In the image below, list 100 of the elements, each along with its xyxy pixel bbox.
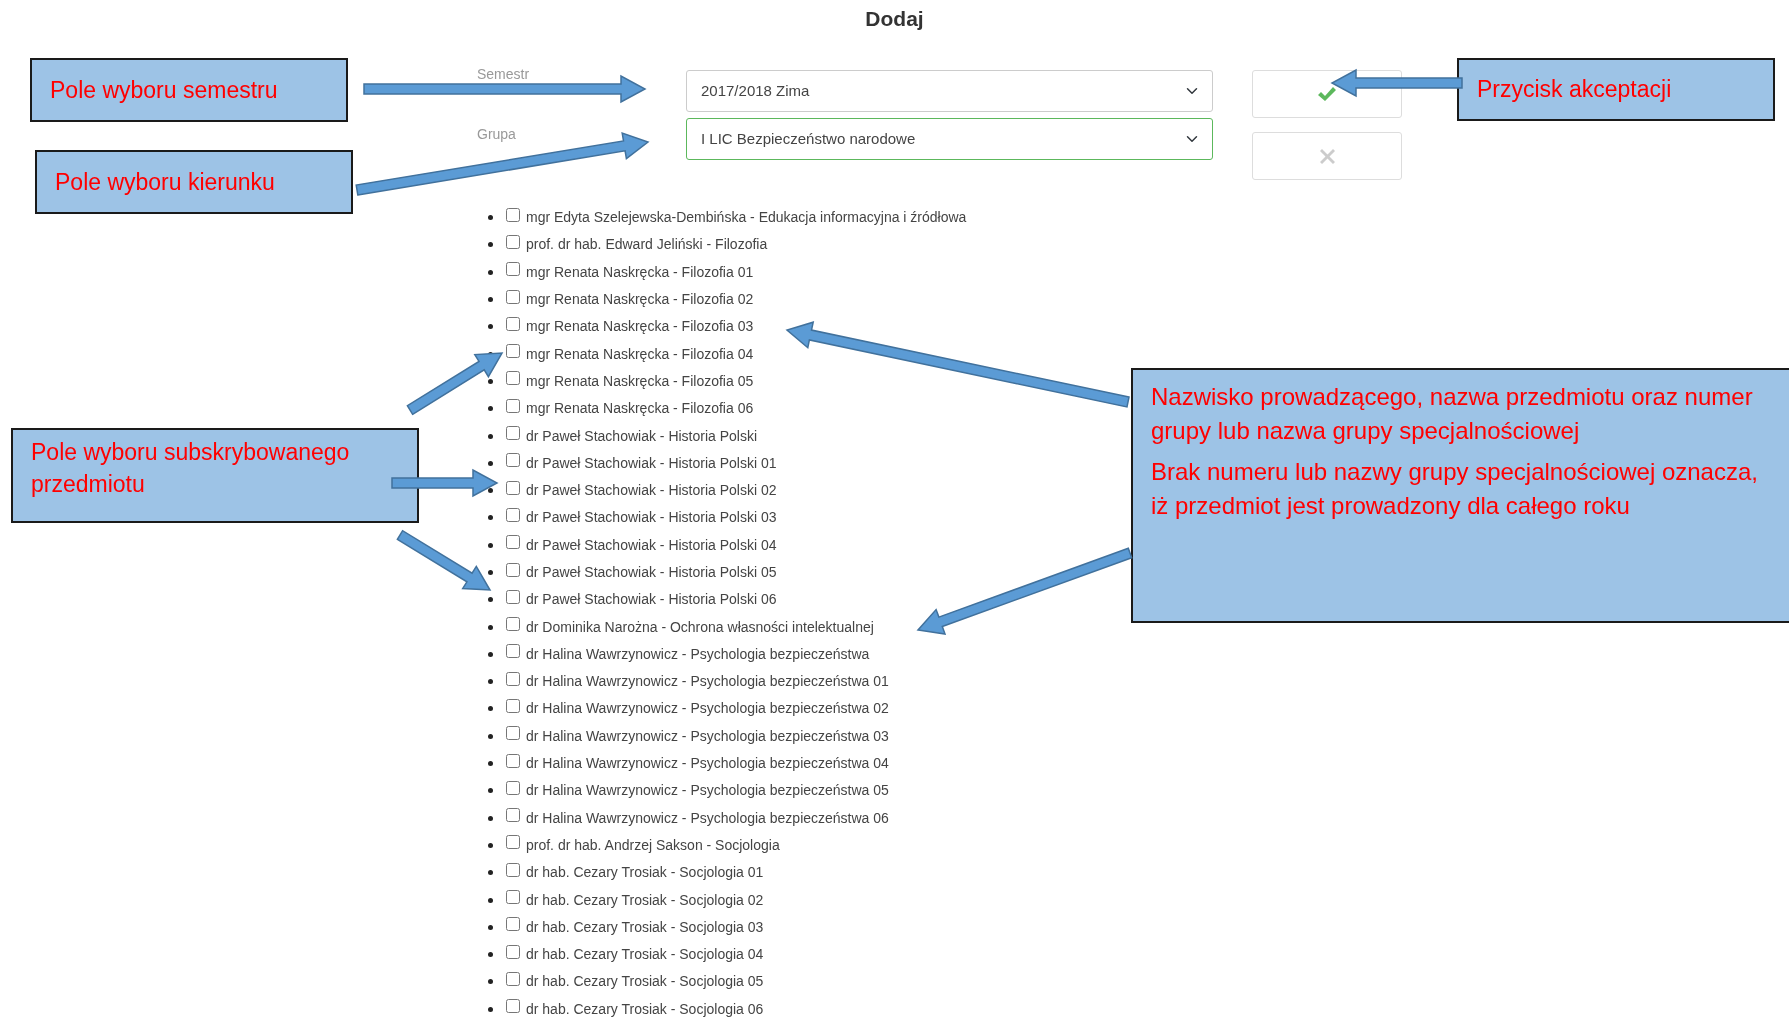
subject-label: dr hab. Cezary Trosiak - Socjologia 03 [526, 917, 764, 937]
callout-text: Nazwisko prowadzącego, nazwa przedmiotu oraz numer grupy lub nazwa grupy specjalnościowej [1151, 382, 1754, 446]
callout-text: Pole wyboru kierunku [55, 167, 275, 197]
subject-label: dr hab. Cezary Trosiak - Socjologia 06 [526, 999, 764, 1019]
bullet-icon [488, 242, 493, 248]
checkbox[interactable] [506, 234, 520, 249]
subject-label: mgr Edyta Szelejewska-Dembińska - Edukacja informacyjna i źródłowa [526, 208, 967, 228]
field-label: Grupa [477, 126, 516, 142]
subject-label: mgr Renata Naskręcka - Filozofia 02 [526, 290, 754, 310]
checkbox[interactable] [506, 780, 520, 795]
subject-label: prof. dr hab. Andrzej Sakson - Socjologia [526, 835, 780, 855]
subject-label: dr Paweł Stachowiak - Historia Polski 06 [526, 590, 777, 610]
select-field[interactable]: 2017/2018 Zima [686, 70, 1213, 112]
checkbox[interactable] [506, 207, 520, 222]
bullet-icon [488, 979, 493, 985]
checkbox[interactable] [506, 917, 520, 932]
bullet-icon [488, 215, 493, 221]
bullet-icon [488, 651, 493, 657]
bullet-icon [488, 433, 493, 439]
subject-label: dr Paweł Stachowiak - Historia Polski 03 [526, 508, 777, 528]
checkbox[interactable] [506, 617, 520, 632]
bullet-icon [488, 297, 493, 303]
subject-label: dr Paweł Stachowiak - Historia Polski 01 [526, 453, 777, 473]
checkbox[interactable] [506, 999, 520, 1014]
subject-label: dr Halina Wawrzynowicz - Psychologia bezpieczeństwa 04 [526, 754, 889, 774]
bullet-icon [488, 706, 493, 712]
checkbox[interactable] [506, 890, 520, 905]
subject-label: dr Paweł Stachowiak - Historia Polski 02 [526, 481, 777, 501]
field-label: Semestr [477, 66, 530, 82]
subject-label: mgr Renata Naskręcka - Filozofia 05 [526, 371, 754, 391]
bullet-icon [488, 406, 493, 412]
bullet-icon [488, 488, 493, 494]
subject-label: dr Dominika Narożna - Ochrona własności intelektualnej [526, 617, 874, 637]
select-field[interactable]: I LIC Bezpieczeństwo narodowe [686, 118, 1213, 160]
callout-text: Brak numeru lub nazwy grupy specjalnościowej oznacza, iż przedmiot jest prowadzony dla całego roku [1151, 457, 1759, 521]
checkbox[interactable] [506, 344, 520, 359]
subject-label: dr hab. Cezary Trosiak - Socjologia 04 [526, 945, 764, 965]
checkbox[interactable] [506, 507, 520, 522]
subject-label: mgr Renata Naskręcka - Filozofia 06 [526, 399, 754, 419]
bullet-icon [488, 761, 493, 767]
callout-text: Pole wyboru semestru [50, 75, 278, 105]
subject-label: dr Halina Wawrzynowicz - Psychologia bezpieczeństwa [526, 644, 870, 664]
checkbox[interactable] [506, 371, 520, 386]
checkbox[interactable] [506, 316, 520, 331]
bullet-icon [488, 952, 493, 958]
subject-label: dr Halina Wawrzynowicz - Psychologia bezpieczeństwa 02 [526, 699, 889, 719]
checkbox[interactable] [506, 726, 520, 741]
bullet-icon [488, 679, 493, 685]
checkbox[interactable] [506, 262, 520, 277]
subject-label: dr Paweł Stachowiak - Historia Polski 04 [526, 535, 777, 555]
subject-label: dr Halina Wawrzynowicz - Psychologia bezpieczeństwa 05 [526, 781, 889, 801]
subject-label: mgr Renata Naskręcka - Filozofia 04 [526, 344, 754, 364]
checkbox[interactable] [506, 699, 520, 713]
checkbox[interactable] [506, 862, 520, 877]
subject-label: dr hab. Cezary Trosiak - Socjologia 02 [526, 890, 764, 910]
bullet-icon [488, 515, 493, 521]
bullet-icon [488, 570, 493, 575]
subject-label: mgr Renata Naskręcka - Filozofia 01 [526, 262, 754, 282]
checkbox[interactable] [506, 944, 520, 959]
bullet-icon [488, 897, 493, 903]
subject-label: mgr Renata Naskręcka - Filozofia 03 [526, 317, 754, 337]
subject-label: dr hab. Cezary Trosiak - Socjologia 05 [526, 972, 764, 992]
callout-text: Przycisk akceptacji [1477, 75, 1672, 105]
checkbox[interactable] [506, 398, 520, 413]
checkbox[interactable] [506, 753, 520, 768]
subject-label: dr hab. Cezary Trosiak - Socjologia 01 [526, 863, 764, 883]
checkbox[interactable] [506, 808, 520, 823]
checkbox[interactable] [506, 289, 520, 304]
check-icon [1317, 86, 1337, 102]
bullet-icon [488, 1006, 493, 1012]
bullet-icon [488, 542, 493, 548]
checkbox[interactable] [506, 535, 520, 550]
subject-label: dr Halina Wawrzynowicz - Psychologia bezpieczeństwa 01 [526, 672, 889, 692]
checkbox[interactable] [506, 453, 520, 468]
checkbox[interactable] [506, 671, 520, 686]
bullet-icon [488, 842, 493, 848]
subject-label: prof. dr hab. Edward Jeliński - Filozofia [526, 235, 768, 255]
bullet-icon [488, 269, 493, 275]
checkbox[interactable] [506, 480, 520, 495]
subject-label: dr Halina Wawrzynowicz - Psychologia bezpieczeństwa 03 [526, 726, 889, 746]
bullet-icon [488, 870, 493, 876]
checkbox[interactable] [506, 971, 520, 986]
bullet-icon [488, 460, 493, 466]
bullet-icon [488, 378, 493, 384]
subject-label: dr Paweł Stachowiak - Historia Polski 05 [526, 563, 777, 582]
bullet-icon [488, 597, 493, 603]
checkbox[interactable] [506, 426, 520, 440]
bullet-icon [488, 624, 493, 630]
checkbox[interactable] [506, 589, 520, 604]
page-title: Dodaj [864, 6, 925, 32]
callout-text: Pole wyboru subskrybowanego przedmiotu [31, 438, 351, 500]
bullet-icon [488, 733, 493, 739]
bullet-icon [488, 788, 493, 794]
bullet-icon [488, 815, 493, 821]
checkbox[interactable] [506, 562, 520, 577]
checkbox[interactable] [506, 835, 520, 850]
checkbox[interactable] [506, 644, 520, 659]
subject-label: dr Halina Wawrzynowicz - Psychologia bezpieczeństwa 06 [526, 808, 889, 828]
bullet-icon [488, 924, 493, 930]
bullet-icon [488, 324, 493, 330]
